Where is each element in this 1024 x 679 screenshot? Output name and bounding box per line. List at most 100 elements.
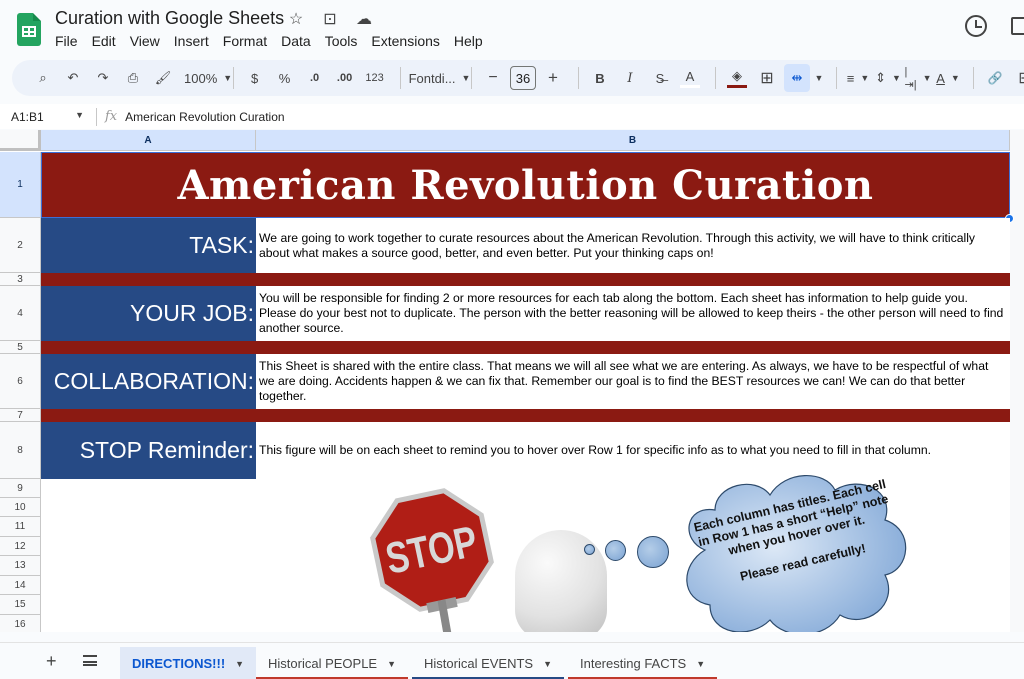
menu-data[interactable]: Data [281, 33, 311, 49]
row-header-7[interactable]: 7 [0, 409, 41, 422]
section-label-task[interactable]: TASK: [41, 218, 256, 273]
currency-format-button[interactable]: $ [242, 64, 268, 92]
insert-link-icon[interactable]: 🔗 [982, 64, 1008, 92]
percent-format-button[interactable]: % [272, 64, 298, 92]
text-rotation-icon: A [936, 70, 945, 86]
section-label-stop-reminder[interactable]: STOP Reminder: [41, 422, 256, 479]
text-wrapping-button[interactable]: |⇥| ▼ [905, 64, 932, 92]
section-label-collaboration[interactable]: COLLABORATION: [41, 354, 256, 409]
row-header-3[interactable]: 3 [0, 273, 41, 286]
increase-font-size-button[interactable]: + [540, 64, 566, 92]
row-header-13[interactable]: 13 [0, 556, 41, 576]
strikethrough-button[interactable]: S̶ [647, 64, 673, 92]
row-header-9[interactable]: 9 [0, 479, 41, 498]
column-header-a[interactable]: A [41, 130, 256, 151]
section-text-your-job[interactable]: You will be responsible for finding 2 or… [256, 286, 1010, 341]
italic-button[interactable]: I [617, 64, 643, 92]
row-header-12[interactable]: 12 [0, 537, 41, 556]
undo-icon[interactable]: ↶ [60, 64, 86, 92]
toolbar-divider [715, 67, 716, 89]
move-to-folder-icon[interactable]: ⊡ [320, 9, 340, 29]
borders-icon[interactable]: ⊞ [754, 64, 780, 92]
menu-edit[interactable]: Edit [92, 33, 116, 49]
menu-view[interactable]: View [130, 33, 160, 49]
row-header-5[interactable]: 5 [0, 341, 41, 354]
text-rotation-button[interactable]: A ▼ [935, 64, 961, 92]
zoom-select[interactable]: 100% ▼ [180, 64, 232, 92]
chevron-down-icon: ▼ [860, 73, 870, 83]
tab-label: Interesting FACTS [580, 656, 687, 671]
row-header-16[interactable]: 16 [0, 615, 41, 632]
menu-file[interactable]: File [55, 33, 78, 49]
merge-cells-button[interactable]: ⇹ [784, 64, 810, 92]
chevron-down-icon[interactable]: ▼ [543, 659, 552, 669]
star-icon[interactable]: ☆ [286, 9, 306, 29]
search-menus-icon[interactable]: ⌕ [30, 64, 56, 92]
title-cell[interactable]: American Revolution Curation [41, 152, 1010, 218]
add-sheet-icon[interactable]: + [46, 651, 57, 672]
chevron-down-icon[interactable]: ▼ [696, 659, 705, 669]
font-size-value[interactable]: 36 [510, 66, 536, 90]
row-header-4[interactable]: 4 [0, 286, 41, 341]
column-header-b[interactable]: B [256, 130, 1010, 151]
cloud-saved-icon[interactable]: ☁ [354, 9, 374, 29]
name-box[interactable]: A1:B1 ▼ [0, 110, 88, 124]
sheet-tab-historical-people[interactable]: Historical PEOPLE ▼ [256, 647, 409, 679]
insert-comment-icon[interactable]: ⊞ [1012, 64, 1024, 92]
sheet-tab-historical-events[interactable]: Historical EVENTS ▼ [412, 647, 564, 679]
vertical-align-button[interactable]: ⇕ ▼ [875, 64, 901, 92]
font-value: Fontdi... [408, 70, 456, 86]
zoom-value: 100% [184, 70, 218, 86]
row-header-2[interactable]: 2 [0, 218, 41, 273]
section-text-task[interactable]: We are going to work together to curate … [256, 218, 1010, 273]
toolbar-divider [471, 67, 472, 89]
font-select[interactable]: Fontdi... ▼ [408, 64, 471, 92]
menu-extensions[interactable]: Extensions [371, 33, 439, 49]
menu-help[interactable]: Help [454, 33, 483, 49]
sheet-tab-directions[interactable]: DIRECTIONS!!! ▼ [120, 647, 257, 679]
row-header-8[interactable]: 8 [0, 422, 41, 479]
comments-icon[interactable] [1011, 17, 1024, 35]
row-header-11[interactable]: 11 [0, 517, 41, 537]
fill-color-button[interactable]: ◈ [724, 64, 750, 92]
document-title[interactable]: Curation with Google Sheets [55, 8, 284, 29]
font-size-input[interactable]: 36 [510, 64, 536, 92]
paint-format-icon[interactable]: 🖌 [150, 64, 176, 92]
merge-type-dropdown[interactable]: ▼ [814, 64, 824, 92]
sheet-tab-interesting-facts[interactable]: Interesting FACTS ▼ [568, 647, 718, 679]
text-color-button[interactable]: A [677, 64, 703, 92]
section-text-collaboration[interactable]: This Sheet is shared with the entire cla… [256, 354, 1010, 409]
select-all-corner[interactable] [0, 130, 41, 151]
thought-bubble-medium [605, 540, 626, 561]
bold-button[interactable]: B [587, 64, 613, 92]
version-history-icon[interactable] [965, 15, 987, 37]
print-icon[interactable]: ⎙ [120, 64, 146, 92]
decrease-decimal-button[interactable]: .0 [302, 64, 328, 92]
more-formats-button[interactable]: 123 [362, 64, 388, 92]
menu-tools[interactable]: Tools [325, 33, 358, 49]
decrease-font-size-button[interactable]: − [480, 64, 506, 92]
tab-label: Historical EVENTS [424, 656, 534, 671]
stop-sign-image: STOP [370, 488, 494, 612]
increase-decimal-button[interactable]: .00 [332, 64, 358, 92]
sheets-logo-icon[interactable] [17, 13, 41, 46]
horizontal-align-button[interactable]: ≡ ▼ [845, 64, 871, 92]
redo-icon[interactable]: ↷ [90, 64, 116, 92]
toolbar-divider [232, 67, 234, 89]
red-divider-row[interactable] [41, 341, 1010, 354]
all-sheets-menu-icon[interactable] [83, 655, 97, 666]
row-header-10[interactable]: 10 [0, 498, 41, 517]
chevron-down-icon[interactable]: ▼ [235, 659, 244, 669]
row-header-14[interactable]: 14 [0, 576, 41, 595]
formula-input[interactable]: American Revolution Curation [125, 110, 284, 124]
menu-insert[interactable]: Insert [174, 33, 209, 49]
red-divider-row[interactable] [41, 273, 1010, 286]
row-header-6[interactable]: 6 [0, 354, 41, 409]
section-label-your-job[interactable]: YOUR JOB: [41, 286, 256, 341]
spreadsheet-grid[interactable]: A B 1 2 3 4 5 6 7 8 9 10 11 12 13 14 15 … [0, 130, 1024, 632]
row-header-1[interactable]: 1 [0, 152, 41, 218]
menu-format[interactable]: Format [223, 33, 267, 49]
chevron-down-icon[interactable]: ▼ [387, 659, 396, 669]
row-header-15[interactable]: 15 [0, 595, 41, 615]
red-divider-row[interactable] [41, 409, 1010, 422]
